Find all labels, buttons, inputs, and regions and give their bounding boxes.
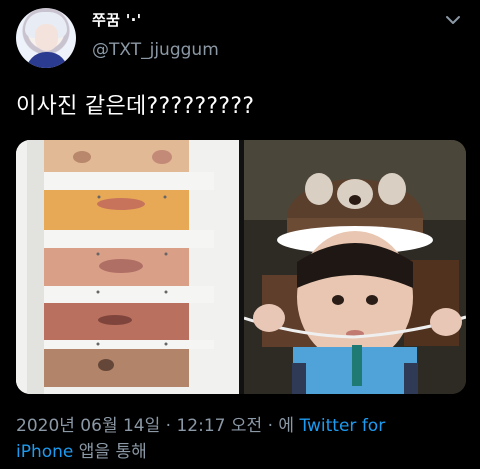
separator: ·: [160, 416, 177, 436]
tweet-date[interactable]: 2020년 06월 14일: [16, 416, 160, 436]
client-link[interactable]: Twitter for: [299, 416, 385, 436]
via-text: · 에: [262, 416, 300, 436]
avatar[interactable]: [16, 8, 76, 68]
tweet-text: 이사진 같은데?????????: [16, 94, 255, 119]
client-link-continued[interactable]: iPhone: [16, 442, 73, 462]
tweet-header: 쭈꿈 '·' @TXT_jjuggum: [0, 0, 480, 80]
tweet-footer: 2020년 06월 14일 · 12:17 오전 · 에 Twitter for…: [16, 413, 466, 465]
user-handle[interactable]: @TXT_jjuggum: [92, 40, 219, 60]
display-name[interactable]: 쭈꿈 '·': [92, 9, 142, 30]
tweet-time[interactable]: 12:17 오전: [176, 416, 262, 436]
chevron-down-icon[interactable]: [444, 11, 462, 29]
media-image-right[interactable]: [243, 140, 466, 394]
media-image-left[interactable]: [16, 140, 239, 394]
client-suffix: 앱을 통해: [73, 442, 147, 462]
tweet-media[interactable]: [16, 140, 466, 394]
